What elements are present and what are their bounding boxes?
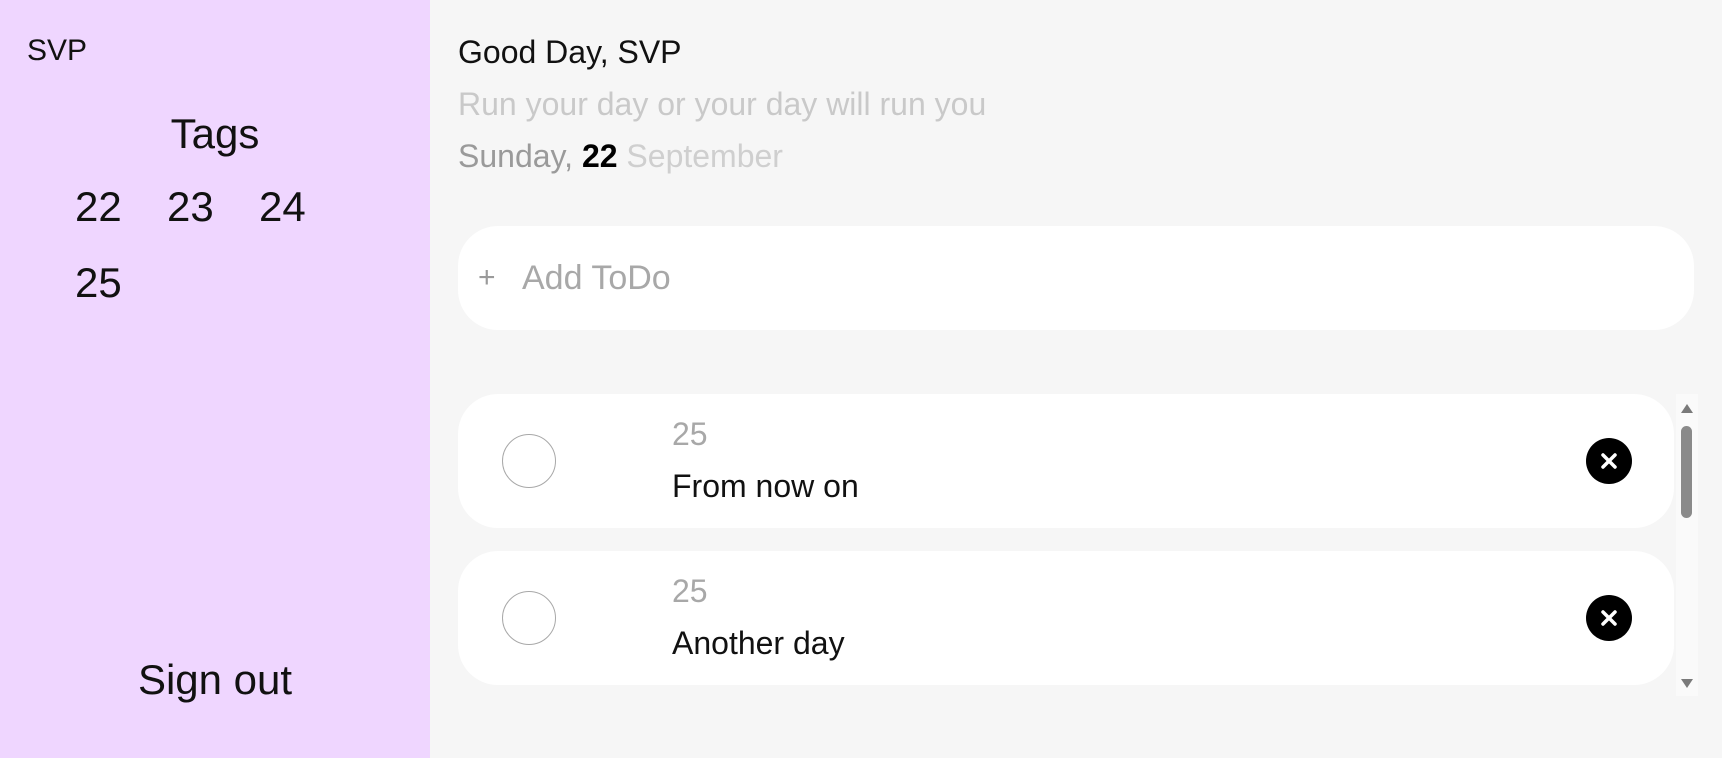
checkbox-circle-icon[interactable] — [502, 591, 556, 645]
main-content: Good Day, SVP Run your day or your day w… — [430, 0, 1722, 758]
date-day: 22 — [581, 138, 618, 174]
todo-tag: 25 — [672, 573, 708, 609]
tags-title: Tags — [170, 110, 260, 157]
delete-icon[interactable] — [1586, 595, 1632, 641]
tag-item-23[interactable]: 23 — [167, 185, 259, 229]
todo-title: From now on — [672, 468, 859, 504]
todo-list-scrollbar[interactable] — [1676, 394, 1698, 696]
add-todo-bar: + — [458, 226, 1694, 330]
todo-item: 25 From now on — [458, 394, 1674, 528]
delete-icon[interactable] — [1586, 438, 1632, 484]
todo-title: Another day — [672, 625, 845, 661]
user-name: SVP — [27, 34, 88, 67]
sidebar: SVP Tags 22 23 24 25 Sign out — [0, 0, 430, 758]
scrollbar-thumb[interactable] — [1681, 426, 1692, 518]
current-date: Sunday, 22 September — [458, 138, 783, 175]
date-month: September — [626, 138, 783, 174]
todo-tag: 25 — [672, 416, 708, 452]
scroll-down-arrow-icon[interactable] — [1681, 679, 1693, 688]
app: SVP Tags 22 23 24 25 Sign out Good Day, … — [0, 0, 1722, 758]
scroll-up-arrow-icon[interactable] — [1681, 404, 1693, 413]
plus-icon[interactable]: + — [478, 261, 522, 295]
tag-item-24[interactable]: 24 — [259, 185, 351, 229]
tag-list: 22 23 24 25 — [75, 185, 355, 305]
date-weekday: Sunday, — [458, 138, 574, 174]
motto: Run your day or your day will run you — [458, 86, 987, 122]
sign-out-button[interactable]: Sign out — [0, 656, 430, 704]
tag-item-22[interactable]: 22 — [75, 185, 167, 229]
todo-item: 25 Another day — [458, 551, 1674, 685]
todo-list: 25 From now on 25 Another day — [458, 394, 1704, 686]
checkbox-circle-icon[interactable] — [502, 434, 556, 488]
add-todo-input[interactable] — [522, 258, 1622, 298]
greeting: Good Day, SVP — [458, 34, 682, 70]
tag-item-25[interactable]: 25 — [75, 261, 167, 305]
